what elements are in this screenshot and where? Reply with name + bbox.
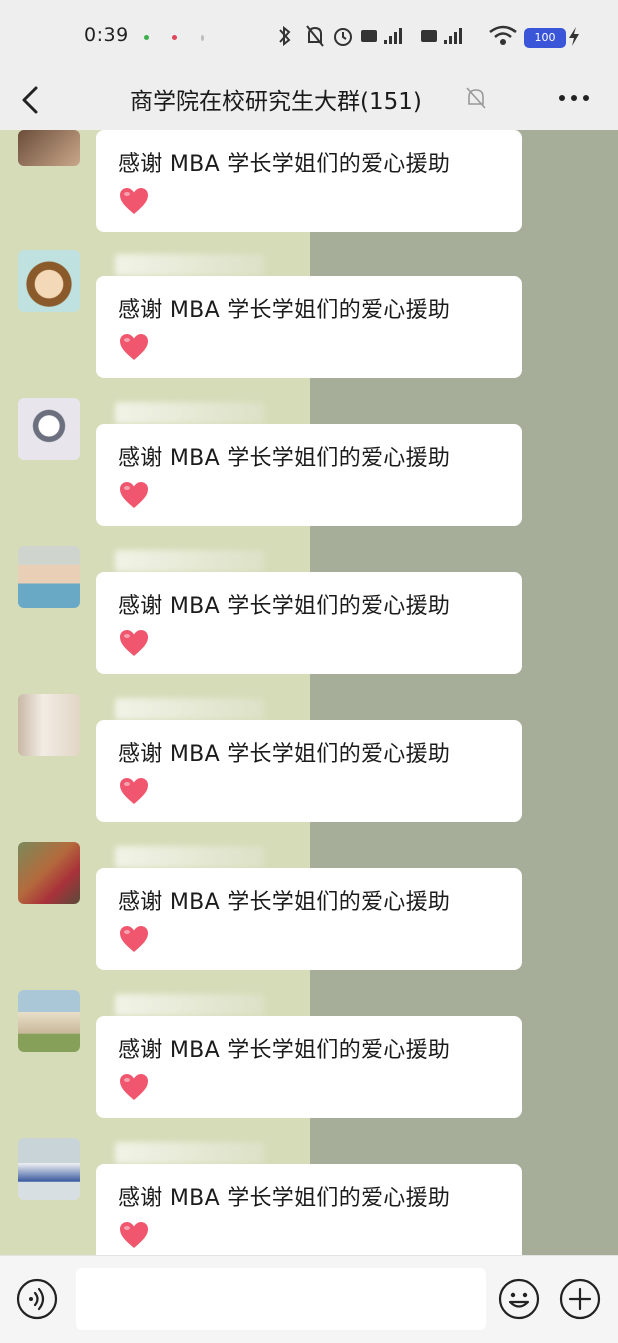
battery-indicator: 100: [524, 28, 566, 48]
avatar[interactable]: [18, 398, 80, 460]
sender-name-blurred: [115, 994, 265, 1016]
sender-name-blurred: [115, 846, 265, 868]
sender-name-blurred: [115, 1142, 265, 1164]
message-text: 感谢 MBA 学长学姐们的爱心援助: [118, 152, 451, 177]
avatar[interactable]: [18, 130, 80, 166]
charging-icon: [569, 27, 579, 46]
message-text: 感谢 MBA 学长学姐们的爱心援助: [118, 594, 451, 619]
message-item: 感谢 MBA 学长学姐们的爱心援助: [0, 694, 618, 842]
message-item: 感谢 MBA 学长学姐们的爱心援助: [0, 250, 618, 398]
heart-emoji-icon: [120, 926, 148, 952]
sender-name-blurred: [115, 698, 265, 720]
heart-emoji-icon: [120, 482, 148, 508]
message-item: 感谢 MBA 学长学姐们的爱心援助: [0, 990, 618, 1138]
voice-icon[interactable]: [16, 1278, 58, 1320]
avatar[interactable]: [18, 250, 80, 312]
hd-signal-2-icon: [421, 28, 462, 44]
message-text: 感谢 MBA 学长学姐们的爱心援助: [118, 890, 451, 915]
heart-emoji-icon: [120, 630, 148, 656]
plus-circle-icon[interactable]: [559, 1278, 601, 1320]
message-bubble[interactable]: 感谢 MBA 学长学姐们的爱心援助: [96, 1164, 522, 1266]
message-bubble[interactable]: 感谢 MBA 学长学姐们的爱心援助: [96, 572, 522, 674]
notification-dot-icon: [172, 35, 177, 40]
heart-emoji-icon: [120, 334, 148, 360]
notification-dot-icon: [144, 35, 149, 40]
bluetooth-icon: [279, 25, 291, 47]
battery-level: 100: [534, 31, 556, 44]
status-icons: 100: [276, 22, 586, 50]
message-text: 感谢 MBA 学长学姐们的爱心援助: [118, 742, 451, 767]
sender-name-blurred: [115, 254, 265, 276]
input-bar: [0, 1255, 618, 1343]
message-item: 感谢 MBA 学长学姐们的爱心援助: [0, 104, 618, 252]
heart-emoji-icon: [120, 188, 148, 214]
avatar[interactable]: [18, 694, 80, 756]
emoji-smile-icon[interactable]: [498, 1278, 540, 1320]
message-text: 感谢 MBA 学长学姐们的爱心援助: [118, 298, 451, 323]
status-bar: 0:39 100: [0, 0, 618, 70]
message-bubble[interactable]: 感谢 MBA 学长学姐们的爱心援助: [96, 276, 522, 378]
sender-name-blurred: [115, 550, 265, 572]
mute-status-icon: [306, 25, 324, 47]
wifi-icon: [489, 25, 517, 45]
message-bubble[interactable]: 感谢 MBA 学长学姐们的爱心援助: [96, 1016, 522, 1118]
message-item: 感谢 MBA 学长学姐们的爱心援助: [0, 842, 618, 990]
message-input[interactable]: [76, 1268, 486, 1330]
heart-emoji-icon: [120, 1222, 148, 1248]
notification-dot-icon: [201, 35, 204, 41]
heart-emoji-icon: [120, 778, 148, 804]
avatar[interactable]: [18, 842, 80, 904]
message-bubble[interactable]: 感谢 MBA 学长学姐们的爱心援助: [96, 424, 522, 526]
message-item: 感谢 MBA 学长学姐们的爱心援助: [0, 398, 618, 546]
message-text: 感谢 MBA 学长学姐们的爱心援助: [118, 1186, 451, 1211]
sender-name-blurred: [115, 402, 265, 424]
heart-emoji-icon: [120, 1074, 148, 1100]
message-text: 感谢 MBA 学长学姐们的爱心援助: [118, 446, 451, 471]
status-time: 0:39: [84, 24, 129, 46]
avatar[interactable]: [18, 1138, 80, 1200]
avatar[interactable]: [18, 990, 80, 1052]
avatar[interactable]: [18, 546, 80, 608]
message-text: 感谢 MBA 学长学姐们的爱心援助: [118, 1038, 451, 1063]
message-item: 感谢 MBA 学长学姐们的爱心援助: [0, 546, 618, 694]
hd-signal-icon: [361, 28, 402, 44]
message-bubble[interactable]: 感谢 MBA 学长学姐们的爱心援助: [96, 720, 522, 822]
message-bubble[interactable]: 感谢 MBA 学长学姐们的爱心援助: [96, 130, 522, 232]
message-bubble[interactable]: 感谢 MBA 学长学姐们的爱心援助: [96, 868, 522, 970]
alarm-icon: [334, 28, 352, 46]
